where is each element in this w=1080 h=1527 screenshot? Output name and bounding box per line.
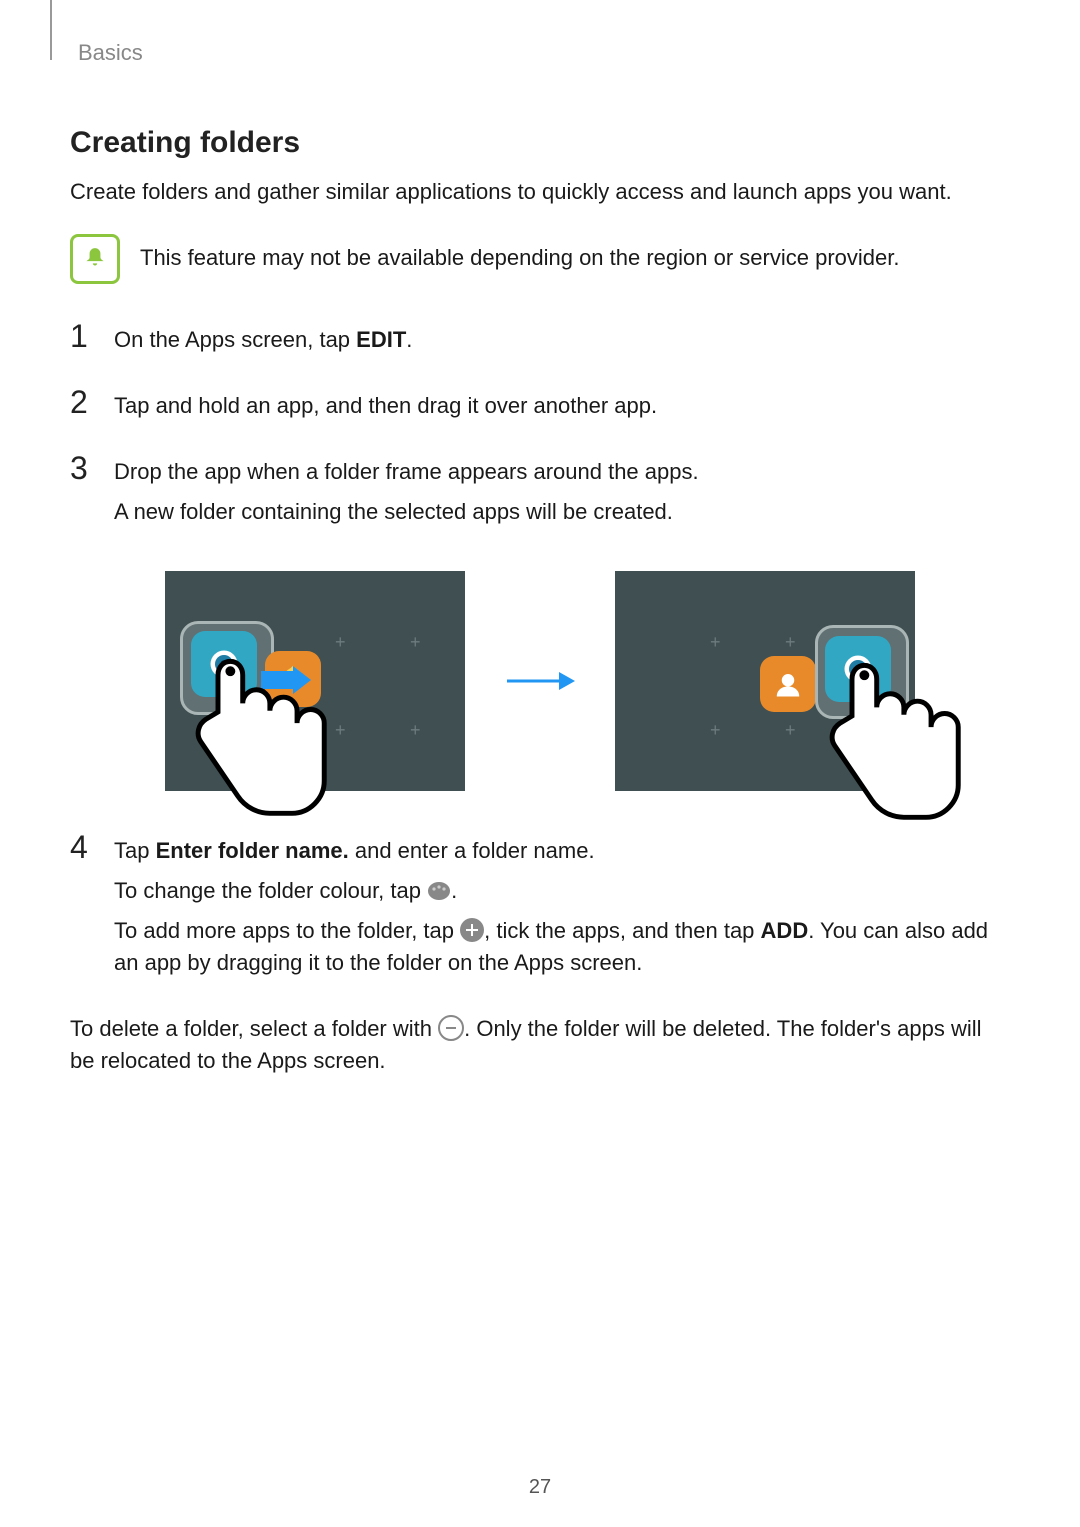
- step-1-text-c: .: [406, 327, 412, 352]
- camera-app-icon: [825, 636, 891, 702]
- step-2-text: Tap and hold an app, and then drag it ov…: [114, 390, 1010, 422]
- step-1-text-a: On the Apps screen, tap: [114, 327, 356, 352]
- grid-placeholder-icon: +: [710, 633, 721, 651]
- grid-placeholder-icon: +: [410, 633, 421, 651]
- note-text: This feature may not be available depend…: [140, 243, 899, 274]
- remove-minus-icon: [438, 1015, 464, 1041]
- camera-app-icon: [191, 631, 257, 697]
- figure-panel-after: + + + + +: [615, 571, 915, 791]
- grid-placeholder-icon: +: [785, 721, 796, 739]
- header-rule: [50, 0, 52, 60]
- transition-arrow-icon: [505, 669, 575, 693]
- step-2: Tap and hold an app, and then drag it ov…: [70, 390, 1010, 430]
- step-4-colour-post: .: [451, 878, 457, 903]
- step-4-add-pre: To add more apps to the folder, tap: [114, 918, 460, 943]
- grid-placeholder-icon: +: [710, 721, 721, 739]
- page-number: 27: [0, 1476, 1080, 1499]
- palette-icon: [427, 879, 451, 903]
- grid-placeholder-icon: +: [335, 721, 346, 739]
- figure-panel-before: + + + +: [165, 571, 465, 791]
- step-3-text-a: Drop the app when a folder frame appears…: [114, 456, 1010, 488]
- figure-row: + + + + + + +: [70, 571, 1010, 791]
- gallery-app-icon: [760, 656, 816, 712]
- add-plus-icon: [460, 918, 484, 942]
- note-bell-icon: [70, 234, 120, 284]
- steps-list: On the Apps screen, tap EDIT. Tap and ho…: [70, 324, 1010, 536]
- step-1: On the Apps screen, tap EDIT.: [70, 324, 1010, 364]
- breadcrumb: Basics: [78, 40, 1010, 66]
- note-row: This feature may not be available depend…: [70, 234, 1010, 284]
- step-3: Drop the app when a folder frame appears…: [70, 456, 1010, 536]
- step-4-colour-pre: To change the folder colour, tap: [114, 878, 427, 903]
- grid-placeholder-icon: +: [410, 721, 421, 739]
- section-title: Creating folders: [70, 126, 1010, 160]
- step-1-edit-label: EDIT: [356, 327, 406, 352]
- step-3-text-b: A new folder containing the selected app…: [114, 496, 1010, 528]
- steps-list-continued: Tap Enter folder name. and enter a folde…: [70, 835, 1010, 987]
- step-4: Tap Enter folder name. and enter a folde…: [70, 835, 1010, 987]
- step-4-text-a: Tap: [114, 838, 156, 863]
- intro-text: Create folders and gather similar applic…: [70, 176, 1010, 208]
- step-4-add-mid: , tick the apps, and then tap: [484, 918, 760, 943]
- trailing-pre: To delete a folder, select a folder with: [70, 1016, 438, 1041]
- step-4-add-label: ADD: [761, 918, 809, 943]
- step-4-enter-folder-name: Enter folder name.: [156, 838, 349, 863]
- drag-arrow-icon: [261, 666, 311, 694]
- grid-placeholder-icon: +: [335, 633, 346, 651]
- trailing-paragraph: To delete a folder, select a folder with…: [70, 1013, 1010, 1077]
- grid-placeholder-icon: +: [785, 633, 796, 651]
- step-4-text-c: and enter a folder name.: [349, 838, 595, 863]
